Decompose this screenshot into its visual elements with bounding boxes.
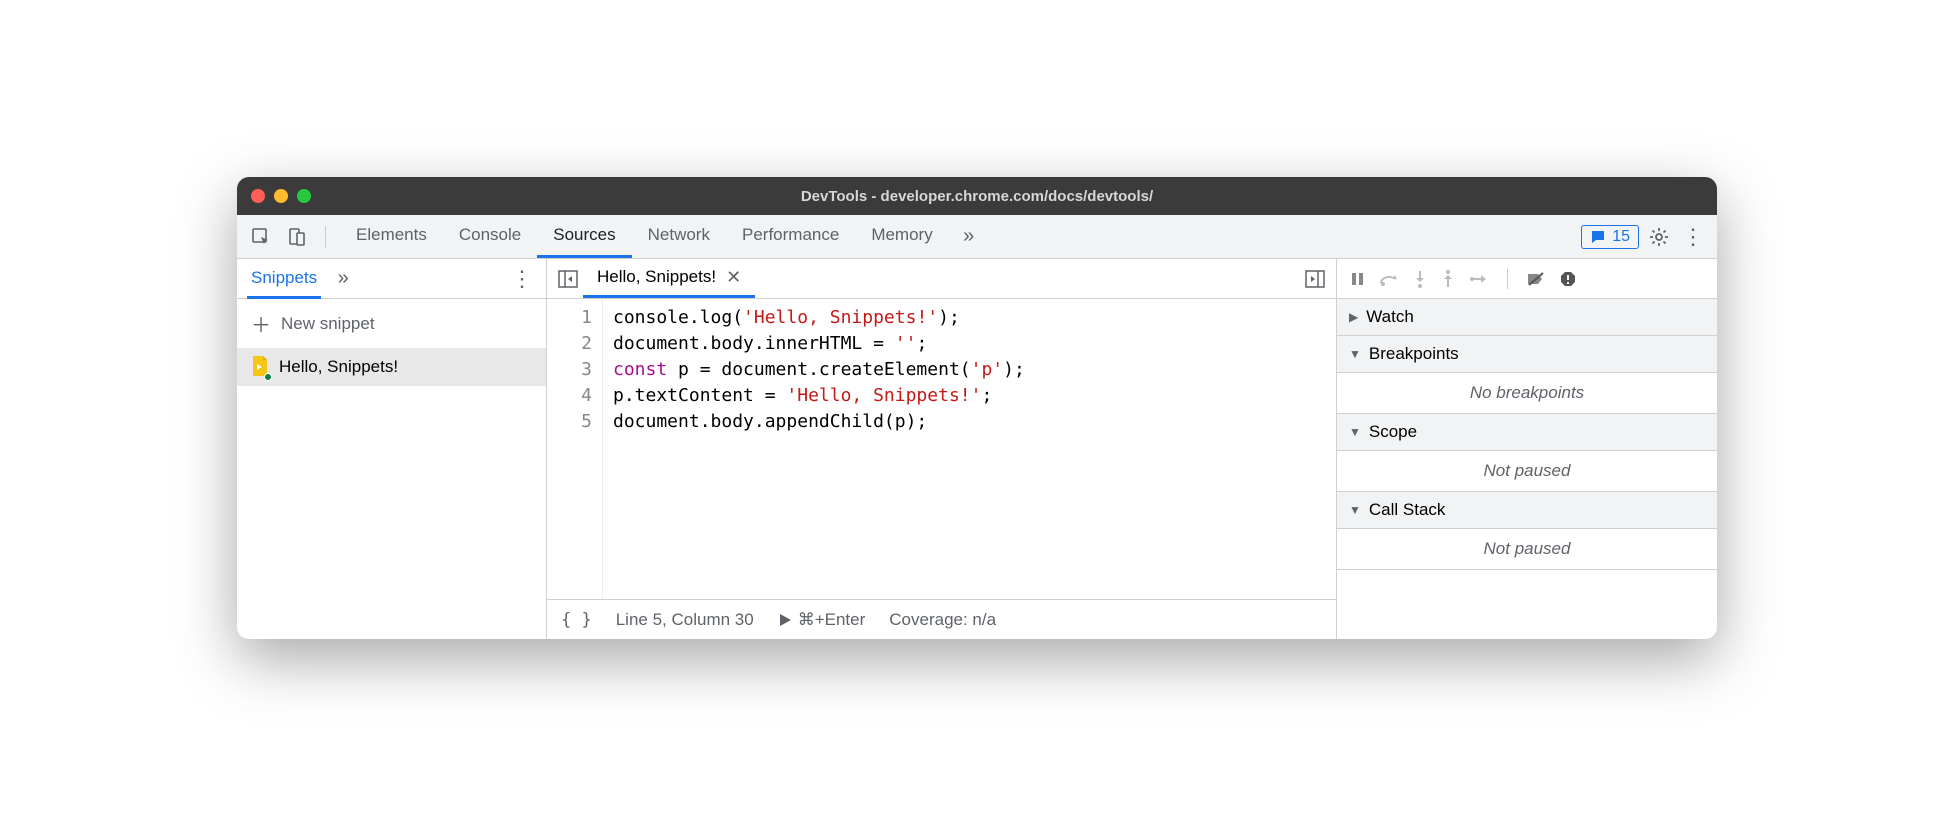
close-tab-icon[interactable]: ✕ — [726, 267, 741, 288]
section-title: Call Stack — [1369, 500, 1446, 520]
section-header[interactable]: ▼ Breakpoints — [1337, 336, 1717, 373]
inspect-element-icon[interactable] — [247, 223, 275, 251]
tab-memory[interactable]: Memory — [855, 215, 948, 258]
step-into-icon[interactable] — [1413, 270, 1427, 288]
navigator-pane: Snippets » ⋮ ＋ New snippet Hello, Snippe… — [237, 259, 547, 639]
content-area: Snippets » ⋮ ＋ New snippet Hello, Snippe… — [237, 259, 1717, 639]
new-snippet-label: New snippet — [281, 314, 375, 334]
deactivate-breakpoints-icon[interactable] — [1526, 271, 1546, 287]
debug-section-watch: ▶ Watch — [1337, 299, 1717, 336]
section-header[interactable]: ▼ Call Stack — [1337, 492, 1717, 529]
plus-icon: ＋ — [251, 309, 271, 338]
format-code-icon[interactable]: { } — [561, 610, 592, 630]
play-icon — [778, 613, 792, 627]
tab-network[interactable]: Network — [632, 215, 726, 258]
new-snippet-button[interactable]: ＋ New snippet — [237, 299, 546, 348]
window-title: DevTools - developer.chrome.com/docs/dev… — [237, 188, 1717, 205]
kebab-menu-icon[interactable]: ⋮ — [1679, 223, 1707, 251]
snippet-item-label: Hello, Snippets! — [279, 357, 398, 377]
section-title: Scope — [1369, 422, 1417, 442]
editor-pane: Hello, Snippets! ✕ 12345 console.log('He… — [547, 259, 1337, 639]
devtools-window: DevTools - developer.chrome.com/docs/dev… — [237, 177, 1717, 639]
more-navigator-tabs-icon[interactable]: » — [329, 265, 357, 293]
more-tabs-icon[interactable]: » — [955, 223, 983, 251]
code-content[interactable]: console.log('Hello, Snippets!');document… — [603, 299, 1035, 599]
snippet-list-item[interactable]: Hello, Snippets! — [237, 348, 546, 386]
show-navigator-icon[interactable] — [553, 259, 583, 298]
main-toolbar: ElementsConsoleSourcesNetworkPerformance… — [237, 215, 1717, 259]
snippets-tab[interactable]: Snippets — [247, 268, 321, 299]
show-debugger-icon[interactable] — [1300, 259, 1330, 298]
tab-performance[interactable]: Performance — [726, 215, 855, 258]
tab-elements[interactable]: Elements — [340, 215, 443, 258]
debug-section-call-stack: ▼ Call Stack Not paused — [1337, 492, 1717, 570]
debug-section-breakpoints: ▼ Breakpoints No breakpoints — [1337, 336, 1717, 414]
divider — [1507, 269, 1508, 289]
divider — [325, 226, 326, 248]
triangle-right-icon: ▶ — [1349, 310, 1358, 324]
tab-sources[interactable]: Sources — [537, 215, 631, 258]
run-snippet-button[interactable]: ⌘+Enter — [778, 610, 866, 630]
triangle-down-icon: ▼ — [1349, 425, 1361, 439]
step-icon[interactable] — [1469, 272, 1489, 286]
traffic-lights — [251, 189, 311, 203]
step-out-icon[interactable] — [1441, 270, 1455, 288]
device-toolbar-icon[interactable] — [283, 223, 311, 251]
maximize-window-button[interactable] — [297, 189, 311, 203]
tab-console[interactable]: Console — [443, 215, 537, 258]
line-gutter: 12345 — [547, 299, 603, 599]
settings-icon[interactable] — [1645, 223, 1673, 251]
section-title: Watch — [1366, 307, 1414, 327]
section-title: Breakpoints — [1369, 344, 1459, 364]
step-over-icon[interactable] — [1379, 271, 1399, 287]
debug-section-scope: ▼ Scope Not paused — [1337, 414, 1717, 492]
section-body: Not paused — [1337, 529, 1717, 569]
issues-badge[interactable]: 15 — [1581, 225, 1639, 249]
section-body: Not paused — [1337, 451, 1717, 491]
titlebar: DevTools - developer.chrome.com/docs/dev… — [237, 177, 1717, 215]
navigator-header: Snippets » ⋮ — [237, 259, 546, 299]
debugger-toolbar — [1337, 259, 1717, 299]
coverage-status: Coverage: n/a — [889, 610, 996, 630]
issues-count: 15 — [1612, 228, 1630, 246]
minimize-window-button[interactable] — [274, 189, 288, 203]
panel-tabs: ElementsConsoleSourcesNetworkPerformance… — [340, 215, 949, 258]
section-header[interactable]: ▼ Scope — [1337, 414, 1717, 451]
section-header[interactable]: ▶ Watch — [1337, 299, 1717, 335]
debugger-pane: ▶ Watch ▼ Breakpoints No breakpoints ▼ Scope No… — [1337, 259, 1717, 639]
pause-on-exceptions-icon[interactable] — [1560, 271, 1576, 287]
message-icon — [1590, 229, 1606, 245]
editor-tabbar: Hello, Snippets! ✕ — [547, 259, 1336, 299]
editor-statusbar: { } Line 5, Column 30 ⌘+Enter Coverage: … — [547, 599, 1336, 639]
snippet-file-icon — [251, 356, 269, 378]
section-body: No breakpoints — [1337, 373, 1717, 413]
editor-tab-title: Hello, Snippets! — [597, 267, 716, 287]
pause-icon[interactable] — [1349, 271, 1365, 287]
triangle-down-icon: ▼ — [1349, 503, 1361, 517]
triangle-down-icon: ▼ — [1349, 347, 1361, 361]
close-window-button[interactable] — [251, 189, 265, 203]
code-editor[interactable]: 12345 console.log('Hello, Snippets!');do… — [547, 299, 1336, 599]
navigator-menu-icon[interactable]: ⋮ — [508, 265, 536, 293]
cursor-position: Line 5, Column 30 — [616, 610, 754, 630]
editor-tab[interactable]: Hello, Snippets! ✕ — [583, 259, 755, 298]
